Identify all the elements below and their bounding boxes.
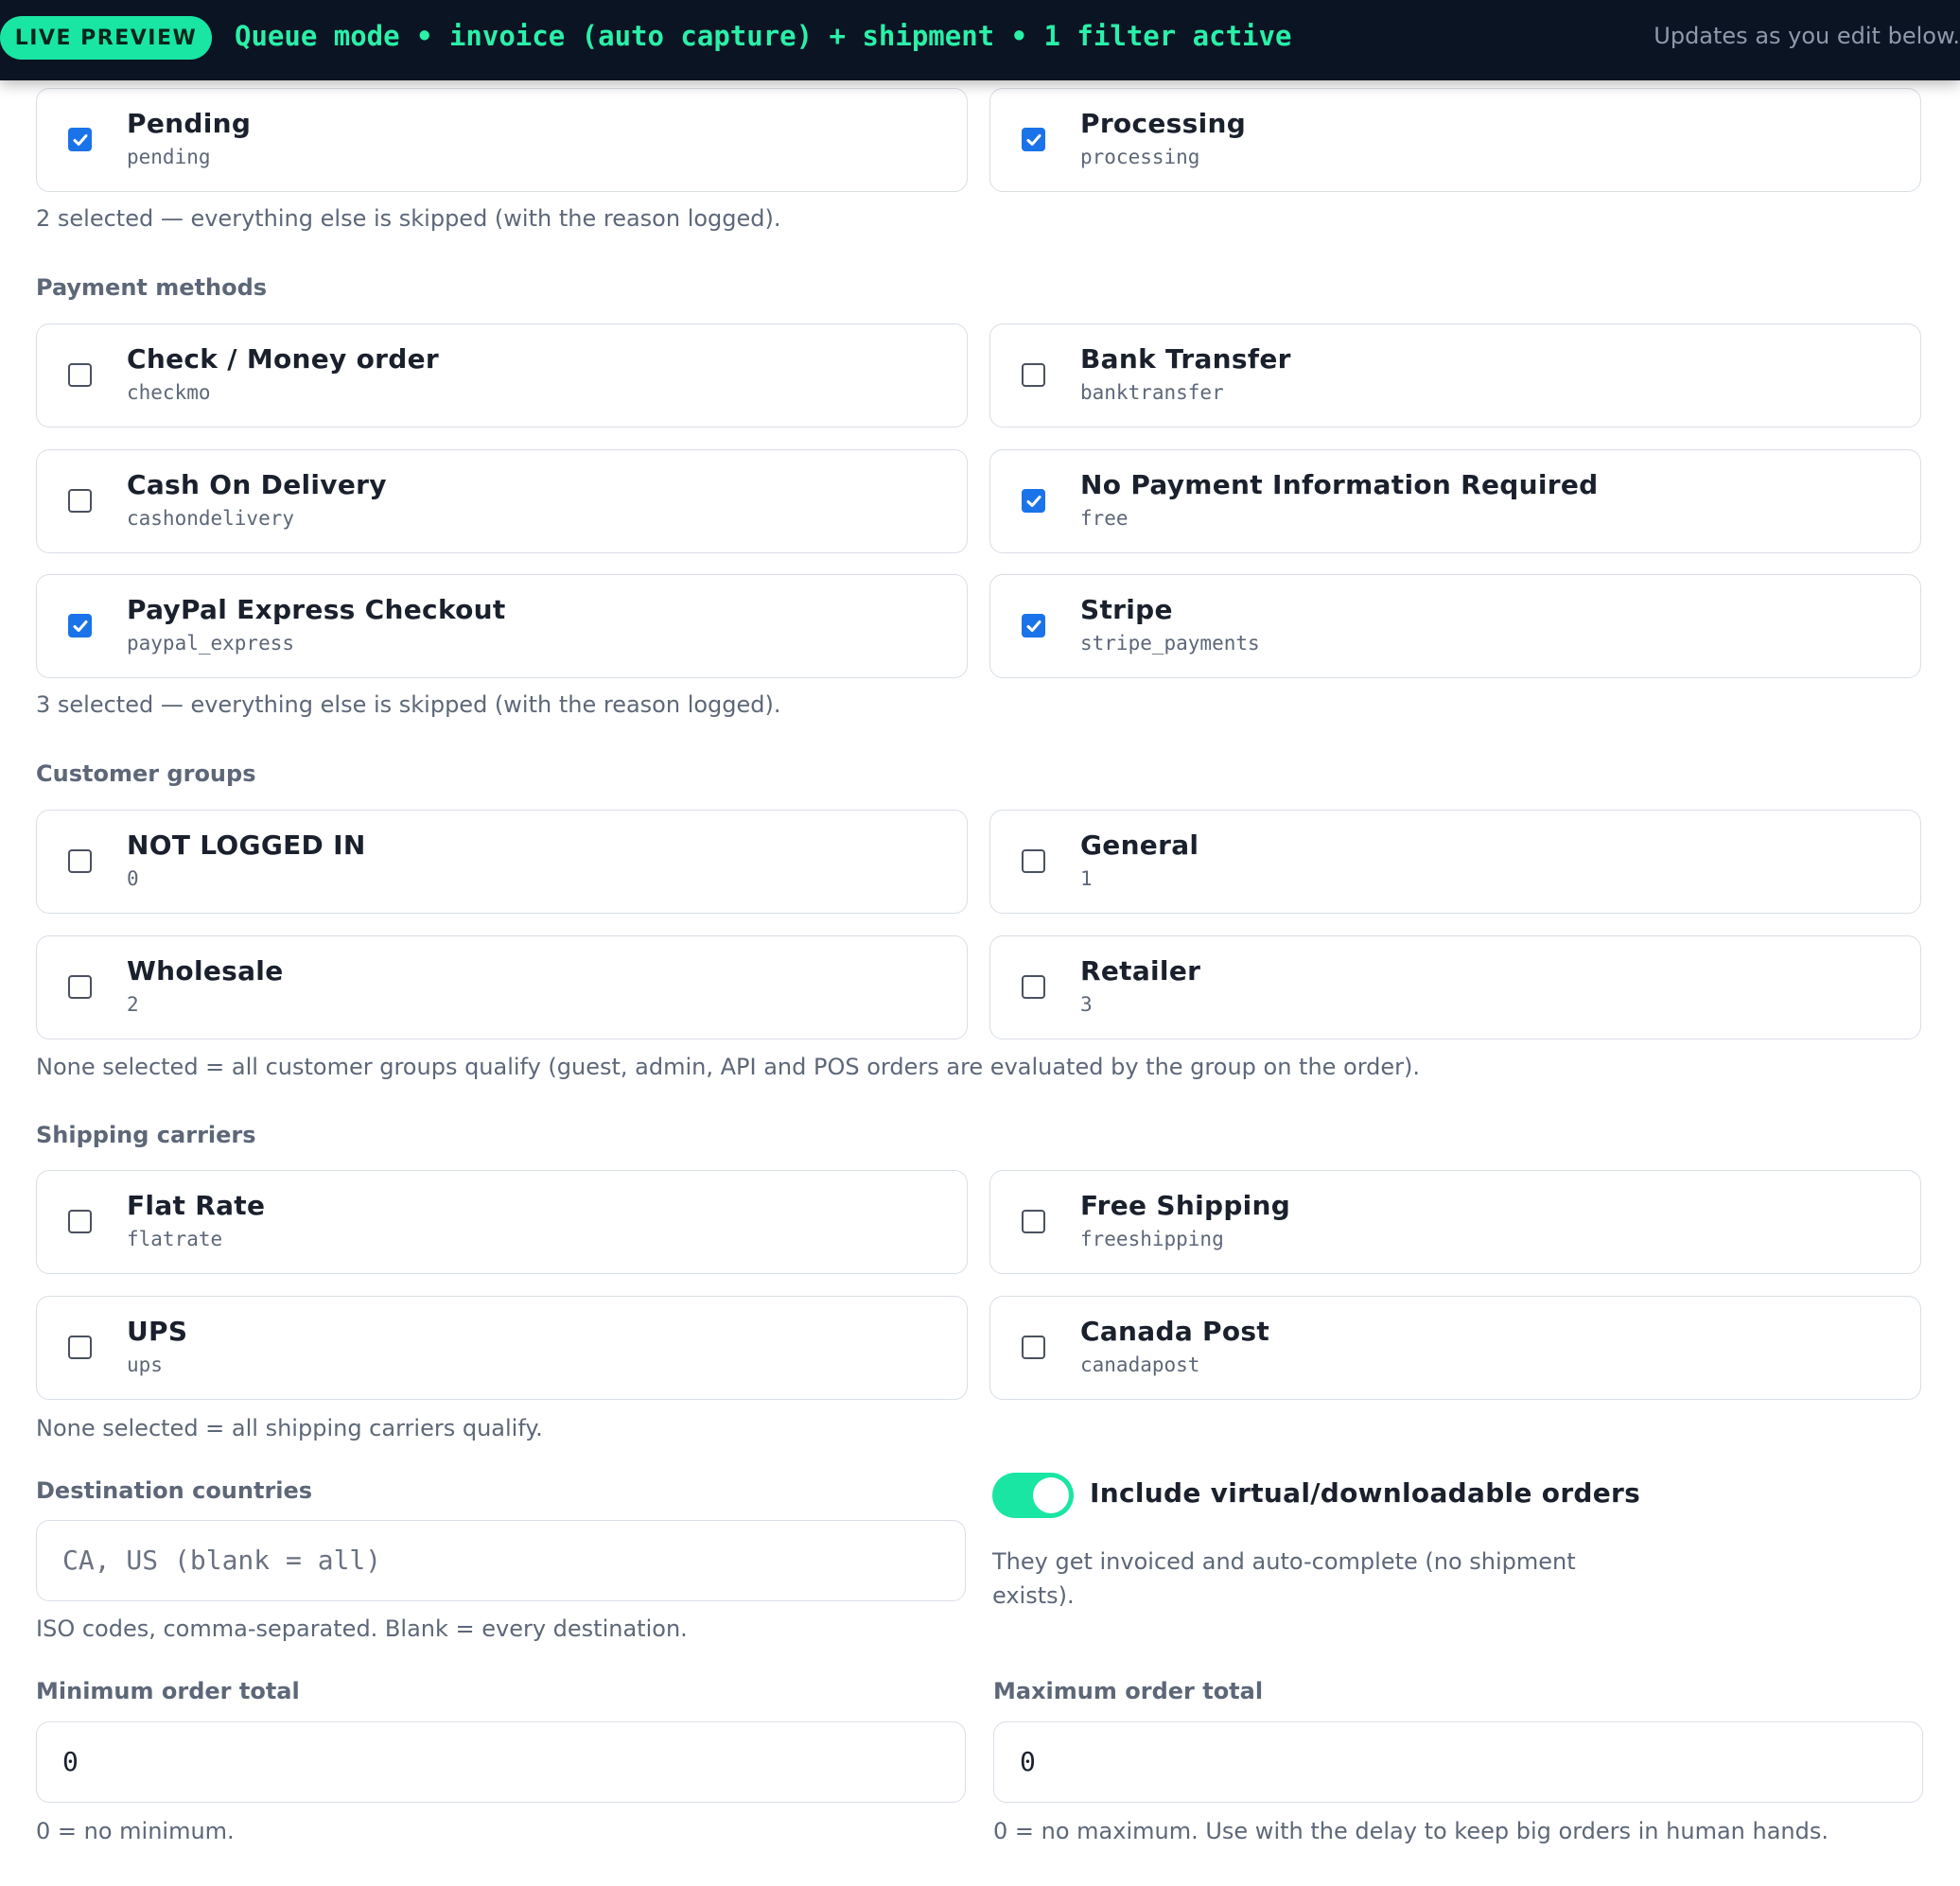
- option-card-retailer[interactable]: Retailer 3: [989, 935, 1921, 1039]
- checkbox[interactable]: [1022, 1336, 1045, 1359]
- minimum-order-total-label: Minimum order total: [36, 1678, 300, 1704]
- check-icon: [73, 134, 88, 146]
- option-title: Stripe: [1080, 594, 1173, 625]
- option-code: ups: [127, 1353, 163, 1376]
- option-title: UPS: [127, 1316, 188, 1347]
- option-code: 2: [127, 993, 139, 1016]
- option-title: Bank Transfer: [1080, 343, 1291, 375]
- checkbox[interactable]: [68, 1336, 92, 1359]
- option-card-checkmo[interactable]: Check / Money order checkmo: [36, 323, 968, 428]
- payment-selection-note: 3 selected — everything else is skipped …: [36, 691, 781, 718]
- include-virtual-orders-label: Include virtual/downloadable orders: [1090, 1477, 1641, 1509]
- option-title: PayPal Express Checkout: [127, 594, 506, 625]
- option-code: 3: [1080, 993, 1093, 1016]
- updates-note: Updates as you edit below.: [1654, 23, 1960, 49]
- checkbox[interactable]: [1022, 363, 1045, 387]
- check-icon: [1026, 134, 1041, 146]
- option-card-stripe[interactable]: Stripe stripe_payments: [989, 574, 1921, 678]
- option-code: cashondelivery: [127, 507, 295, 530]
- status-selection-note: 2 selected — everything else is skipped …: [36, 205, 781, 232]
- option-card-free[interactable]: No Payment Information Required free: [989, 449, 1921, 553]
- shipping-carriers-note: None selected = all shipping carriers qu…: [36, 1415, 543, 1441]
- option-card-wholesale[interactable]: Wholesale 2: [36, 935, 968, 1039]
- option-card-not-logged-in[interactable]: NOT LOGGED IN 0: [36, 810, 968, 914]
- option-code: freeshipping: [1080, 1228, 1224, 1250]
- option-title: Canada Post: [1080, 1316, 1270, 1347]
- minimum-order-total-input[interactable]: 0: [36, 1721, 966, 1803]
- minimum-order-total-value: 0: [62, 1746, 79, 1777]
- option-title: Pending: [127, 108, 252, 139]
- checkbox[interactable]: [68, 489, 92, 513]
- option-card-cashondelivery[interactable]: Cash On Delivery cashondelivery: [36, 449, 968, 553]
- checkbox-checked[interactable]: [1022, 128, 1045, 151]
- checkbox[interactable]: [1022, 849, 1045, 873]
- shipping-carriers-label: Shipping carriers: [36, 1122, 256, 1148]
- live-preview-badge: LIVE PREVIEW: [0, 16, 212, 60]
- maximum-order-total-label: Maximum order total: [993, 1678, 1264, 1704]
- include-virtual-orders-help: They get invoiced and auto-complete (no …: [992, 1548, 1576, 1609]
- option-title: Free Shipping: [1080, 1190, 1291, 1221]
- option-card-pending[interactable]: Pending pending: [36, 88, 968, 192]
- checkbox[interactable]: [1022, 975, 1045, 999]
- maximum-order-total-value: 0: [1020, 1746, 1036, 1777]
- checkbox-checked[interactable]: [1022, 614, 1045, 637]
- option-code: 1: [1080, 867, 1093, 890]
- include-virtual-orders-toggle[interactable]: [992, 1473, 1074, 1518]
- option-card-freeshipping[interactable]: Free Shipping freeshipping: [989, 1170, 1921, 1274]
- check-icon: [1026, 620, 1041, 632]
- customer-groups-note: None selected = all customer groups qual…: [36, 1054, 1421, 1080]
- destination-countries-note: ISO codes, comma-separated. Blank = ever…: [36, 1615, 688, 1642]
- checkbox-checked[interactable]: [68, 128, 92, 151]
- checkbox[interactable]: [68, 849, 92, 873]
- checkbox[interactable]: [68, 975, 92, 999]
- option-card-processing[interactable]: Processing processing: [989, 88, 1921, 192]
- option-title: Check / Money order: [127, 343, 440, 375]
- checkbox[interactable]: [1022, 1210, 1045, 1233]
- live-preview-bar: LIVE PREVIEW Queue mode • invoice (auto …: [0, 0, 1960, 80]
- destination-countries-placeholder: CA, US (blank = all): [62, 1545, 382, 1576]
- destination-countries-input[interactable]: CA, US (blank = all): [36, 1520, 966, 1601]
- maximum-order-total-note: 0 = no maximum. Use with the delay to ke…: [993, 1818, 1829, 1844]
- option-title: No Payment Information Required: [1080, 469, 1599, 500]
- option-code: canadapost: [1080, 1353, 1200, 1376]
- check-icon: [1026, 496, 1041, 507]
- option-code: processing: [1080, 146, 1200, 168]
- checkbox[interactable]: [68, 1210, 92, 1233]
- option-card-ups[interactable]: UPS ups: [36, 1296, 968, 1400]
- option-title: Flat Rate: [127, 1190, 266, 1221]
- option-card-flatrate[interactable]: Flat Rate flatrate: [36, 1170, 968, 1274]
- option-code: flatrate: [127, 1228, 223, 1250]
- customer-groups-label: Customer groups: [36, 760, 256, 787]
- option-card-banktransfer[interactable]: Bank Transfer banktransfer: [989, 323, 1921, 428]
- option-title: Cash On Delivery: [127, 469, 387, 500]
- option-code: stripe_payments: [1080, 632, 1260, 655]
- toggle-knob: [1033, 1477, 1069, 1513]
- mode-summary: Queue mode • invoice (auto capture) + sh…: [235, 20, 1292, 52]
- payment-methods-label: Payment methods: [36, 274, 268, 301]
- option-title: Processing: [1080, 108, 1247, 139]
- checkbox-checked[interactable]: [68, 614, 92, 637]
- option-title: Wholesale: [127, 955, 284, 987]
- checkbox[interactable]: [68, 363, 92, 387]
- option-code: paypal_express: [127, 632, 295, 655]
- check-icon: [73, 620, 88, 632]
- option-title: NOT LOGGED IN: [127, 829, 366, 861]
- option-card-general[interactable]: General 1: [989, 810, 1921, 914]
- option-code: pending: [127, 146, 211, 168]
- option-title: General: [1080, 829, 1199, 861]
- checkbox-checked[interactable]: [1022, 489, 1045, 513]
- option-card-paypal-express[interactable]: PayPal Express Checkout paypal_express: [36, 574, 968, 678]
- option-code: 0: [127, 867, 139, 890]
- option-code: banktransfer: [1080, 381, 1224, 404]
- option-code: free: [1080, 507, 1129, 530]
- minimum-order-total-note: 0 = no minimum.: [36, 1818, 235, 1844]
- option-code: checkmo: [127, 381, 211, 404]
- destination-countries-label: Destination countries: [36, 1477, 313, 1504]
- option-title: Retailer: [1080, 955, 1201, 987]
- option-card-canadapost[interactable]: Canada Post canadapost: [989, 1296, 1921, 1400]
- maximum-order-total-input[interactable]: 0: [993, 1721, 1923, 1803]
